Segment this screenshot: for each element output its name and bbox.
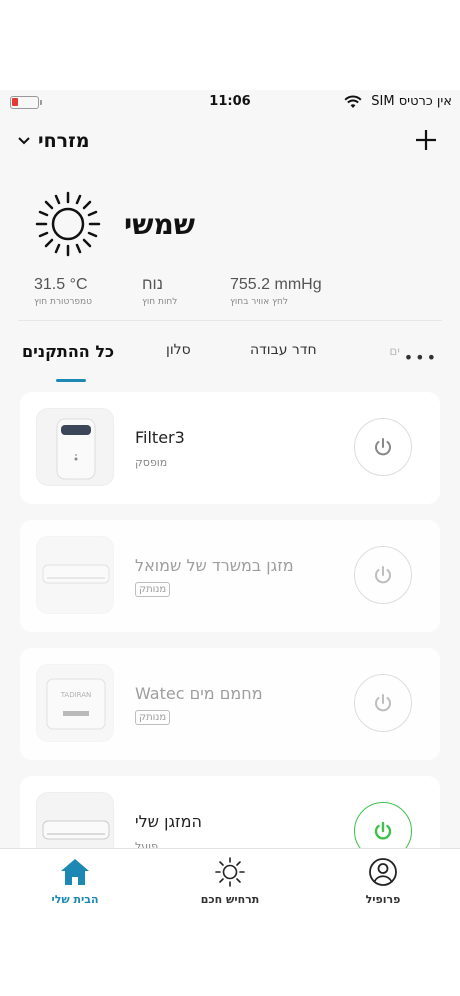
metric-label: לחץ אוויר בחוץ — [230, 297, 288, 307]
offline-badge: מנותק — [135, 710, 171, 725]
home-icon — [61, 859, 89, 885]
chevron-down-icon — [18, 137, 30, 145]
metric-humidity: נוח לחות חוץ — [142, 276, 177, 307]
metric-label: לחות חוץ — [142, 297, 178, 307]
tab-label: פרופיל — [365, 893, 401, 906]
power-button[interactable] — [354, 418, 412, 476]
device-status: מופסק — [135, 456, 168, 469]
tab-my-home[interactable]: הבית שלי — [20, 857, 130, 906]
divider — [18, 320, 442, 321]
power-button[interactable] — [354, 674, 412, 732]
tab-label: תרחיש חכם — [200, 893, 260, 906]
power-icon — [375, 438, 391, 456]
profile-icon — [369, 858, 397, 886]
sun-icon — [35, 191, 101, 257]
purifier-image — [36, 408, 114, 486]
metric-pressure: 755.2 mmHg לחץ אוויר בחוץ — [230, 276, 322, 307]
more-tabs-icon[interactable]: ••• — [404, 348, 438, 367]
offline-badge: מנותק — [135, 582, 171, 597]
tab-study[interactable]: חדר עבודה — [250, 342, 317, 358]
device-name: מחמם מים Watec — [135, 684, 263, 703]
device-name: מזגן במשרד של שמואל — [135, 556, 294, 575]
device-name: המזגן שלי — [135, 812, 202, 831]
device-name: Filter3 — [135, 428, 185, 447]
metric-value: 755.2 mmHg — [230, 276, 322, 293]
wifi-icon — [344, 95, 362, 108]
carrier-label: אין כרטיס SIM — [371, 94, 452, 109]
tab-label: הבית שלי — [51, 893, 99, 906]
device-card[interactable]: Filter3 מופסק — [20, 392, 440, 504]
app-screen: 11:06 אין כרטיס SIM מזרחי שמשי 31.5 °C ט… — [0, 90, 460, 930]
active-tab-indicator — [56, 379, 86, 382]
home-selector[interactable]: מזרחי — [18, 130, 89, 152]
metric-temperature: 31.5 °C טמפרטורת חוץ — [34, 276, 92, 307]
plus-icon[interactable] — [414, 128, 438, 152]
metric-value: נוח — [142, 276, 163, 293]
tab-all-devices[interactable]: כל ההתקנים — [22, 342, 114, 361]
sun-icon — [215, 857, 245, 887]
home-name: מזרחי — [38, 130, 90, 152]
tab-living-room[interactable]: סלון — [166, 342, 191, 358]
bottom-tab-bar: הבית שלי תרחיש חכם פרופיל — [0, 848, 460, 930]
water-heater-image: TADIRAN — [36, 664, 114, 742]
metric-label: טמפרטורת חוץ — [34, 297, 92, 307]
device-card[interactable]: מזגן במשרד של שמואל מנותק — [20, 520, 440, 632]
brand-logo: TADIRAN — [60, 691, 92, 699]
power-icon — [374, 821, 392, 840]
device-card[interactable]: TADIRAN מחמם מים Watec מנותק — [20, 648, 440, 760]
room-tabs: כל ההתקנים סלון חדר עבודה ים ••• — [0, 334, 460, 382]
weather-condition: שמשי — [124, 208, 195, 241]
power-icon — [375, 566, 391, 584]
power-button[interactable] — [354, 546, 412, 604]
status-bar: 11:06 אין כרטיס SIM — [0, 90, 460, 116]
ac-unit-image — [36, 536, 114, 614]
tab-smart-scene[interactable]: תרחיש חכם — [175, 857, 285, 906]
power-icon — [375, 694, 391, 712]
tab-profile[interactable]: פרופיל — [328, 857, 438, 906]
tab-partial[interactable]: ים — [389, 344, 400, 358]
metric-value: 31.5 °C — [34, 276, 88, 293]
